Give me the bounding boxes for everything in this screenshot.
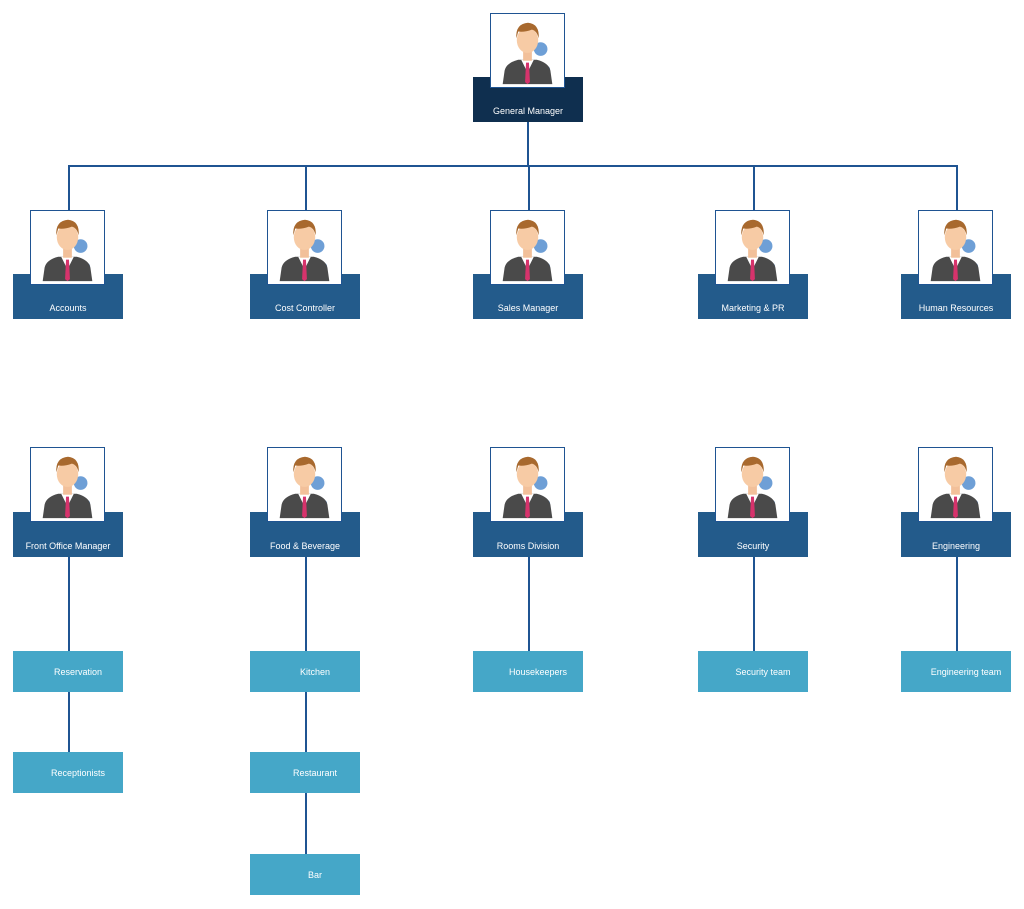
node-label: Reservation [53,666,103,677]
node-label: Engineering team [930,666,1002,677]
connector-line [528,165,530,211]
node-label: Cost Controller [274,303,336,313]
node-label: Rooms Division [496,541,560,551]
node-team[interactable]: Restaurant [250,752,360,793]
person-avatar-icon [918,447,993,522]
connector-line [956,165,958,211]
person-avatar-icon [715,447,790,522]
person-avatar-icon [267,447,342,522]
person-avatar-icon [490,210,565,285]
node-team[interactable]: Kitchen [250,651,360,692]
node-label: Housekeepers [508,666,568,677]
connector-line [753,557,755,651]
connector-line [753,165,755,211]
node-team[interactable]: Engineering team [901,651,1011,692]
node-label: Marketing & PR [721,303,785,313]
org-chart: General Manager Accounts Cost Controller Sa… [0,0,1024,909]
person-avatar-icon [267,210,342,285]
node-label: Security team [735,666,791,677]
node-label: Human Resources [918,303,994,313]
node-label: General Manager [492,106,564,116]
node-team[interactable]: Housekeepers [473,651,583,692]
node-label: Receptionists [50,767,106,778]
node-team[interactable]: Reservation [13,651,123,692]
node-label: Front Office Manager [25,541,111,551]
person-avatar-icon [918,210,993,285]
connector-line [956,557,958,651]
connector-line [528,557,530,651]
node-label: Sales Manager [497,303,559,313]
person-avatar-icon [30,210,105,285]
connector-line [68,165,70,211]
connector-line [305,165,307,211]
node-team[interactable]: Security team [698,651,808,692]
node-label: Kitchen [299,666,331,677]
person-avatar-icon [490,13,565,88]
node-label: Restaurant [292,767,338,778]
person-avatar-icon [30,447,105,522]
node-label: Engineering [931,541,981,551]
person-avatar-icon [715,210,790,285]
connector-line [527,122,529,166]
connector-line [305,557,307,854]
person-avatar-icon [490,447,565,522]
connector-line [70,165,957,167]
node-team[interactable]: Bar [250,854,360,895]
node-label: Accounts [49,303,87,313]
node-label: Bar [307,869,322,880]
node-team[interactable]: Receptionists [13,752,123,793]
node-label: Food & Beverage [269,541,341,551]
node-label: Security [736,541,770,551]
